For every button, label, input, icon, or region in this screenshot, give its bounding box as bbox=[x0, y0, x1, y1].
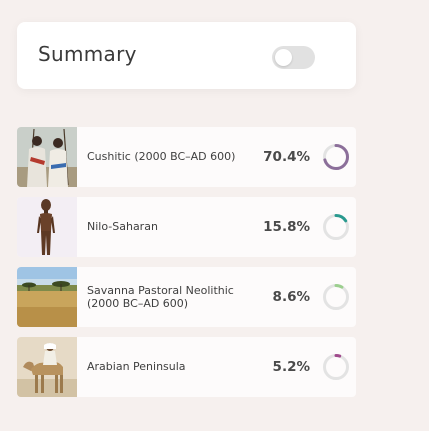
camel-rider-photo bbox=[17, 337, 77, 397]
ancestry-row-arabian-peninsula[interactable]: Arabian Peninsula 5.2% bbox=[17, 337, 356, 397]
savanna-landscape-photo bbox=[17, 267, 77, 327]
toggle-knob bbox=[275, 49, 292, 66]
ancestry-label: Savanna Pastoral Neolithic (2000 BC–AD 6… bbox=[87, 284, 234, 310]
percent-ring bbox=[323, 354, 349, 380]
ancestry-percent: 15.8% bbox=[263, 219, 310, 235]
ancestry-percent: 70.4% bbox=[263, 149, 310, 165]
ancestry-percent: 8.6% bbox=[272, 289, 310, 305]
summary-title: Summary bbox=[38, 42, 137, 66]
ancestry-label: Arabian Peninsula bbox=[87, 360, 186, 373]
ancestry-percent: 5.2% bbox=[272, 359, 310, 375]
ancestry-row-cushitic[interactable]: Cushitic (2000 BC–AD 600) 70.4% bbox=[17, 127, 356, 187]
ancestry-row-savanna-pastoral-neolithic[interactable]: Savanna Pastoral Neolithic (2000 BC–AD 6… bbox=[17, 267, 356, 327]
percent-ring bbox=[323, 284, 349, 310]
ancestry-label: Nilo-Saharan bbox=[87, 220, 158, 233]
summary-toggle[interactable] bbox=[272, 46, 315, 69]
ancestry-label: Cushitic (2000 BC–AD 600) bbox=[87, 150, 236, 163]
ancestry-row-nilo-saharan[interactable]: Nilo-Saharan 15.8% bbox=[17, 197, 356, 257]
summary-card: Summary bbox=[17, 22, 356, 89]
percent-ring bbox=[323, 214, 349, 240]
cushitic-herders-photo bbox=[17, 127, 77, 187]
carved-figure-photo bbox=[17, 197, 77, 257]
percent-ring bbox=[323, 144, 349, 170]
